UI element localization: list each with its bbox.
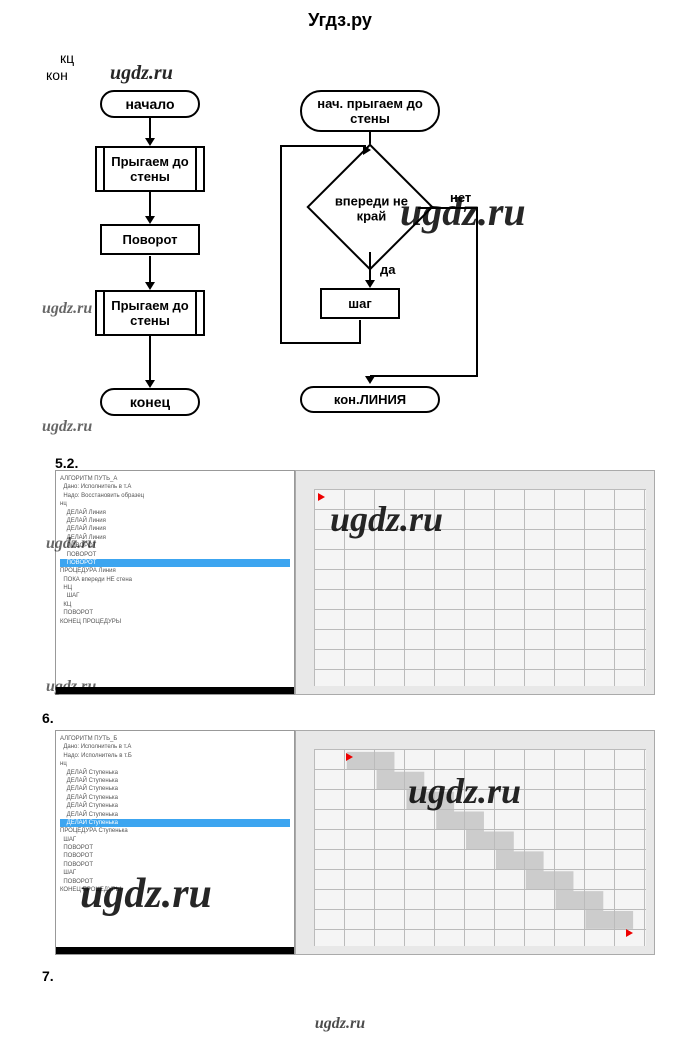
section-7: 7.	[42, 968, 54, 984]
code-panel-6: АЛГОРИТМ ПУТЬ_Б Дано: Исполнитель в т.А …	[55, 730, 295, 955]
panel-6: АЛГОРИТМ ПУТЬ_Б Дано: Исполнитель в т.А …	[55, 730, 655, 955]
process-step: шаг	[320, 288, 400, 319]
process-turn: Поворот	[100, 224, 200, 255]
terminator-start: начало	[100, 90, 200, 118]
flowchart-right: нач. прыгаем до стены впереди не край не…	[270, 90, 530, 450]
site-title: Угдз.ру	[0, 10, 680, 31]
terminator-start-r: нач. прыгаем до стены	[300, 90, 440, 132]
label-no: нет	[450, 190, 471, 205]
code-kc: кц	[60, 50, 74, 66]
decision-cond: впереди не край	[325, 162, 415, 252]
code-panel-52: АЛГОРИТМ ПУТЬ_А Дано: Исполнитель в т.А …	[55, 470, 295, 695]
footer-watermark: ugdz.ru	[0, 1015, 680, 1033]
terminator-end: конец	[100, 388, 200, 416]
code-kon: кон	[46, 67, 68, 83]
section-6: 6.	[42, 710, 54, 726]
label-yes: да	[380, 262, 395, 277]
cursor-icon	[346, 753, 353, 761]
cursor-icon	[626, 929, 633, 937]
cursor-icon	[318, 493, 325, 501]
flowchart-left: начало Прыгаем до стены Поворот Прыгаем …	[80, 90, 240, 450]
terminator-end-r: кон.ЛИНИЯ	[300, 386, 440, 413]
subroutine-jump2: Прыгаем до стены	[95, 290, 205, 336]
watermark: ugdz.ru	[110, 62, 173, 85]
grid-panel-52	[295, 470, 655, 695]
grid-panel-6	[295, 730, 655, 955]
panel-52: АЛГОРИТМ ПУТЬ_А Дано: Исполнитель в т.А …	[55, 470, 655, 695]
subroutine-jump1: Прыгаем до стены	[95, 146, 205, 192]
section-5-2: 5.2.	[55, 455, 78, 471]
